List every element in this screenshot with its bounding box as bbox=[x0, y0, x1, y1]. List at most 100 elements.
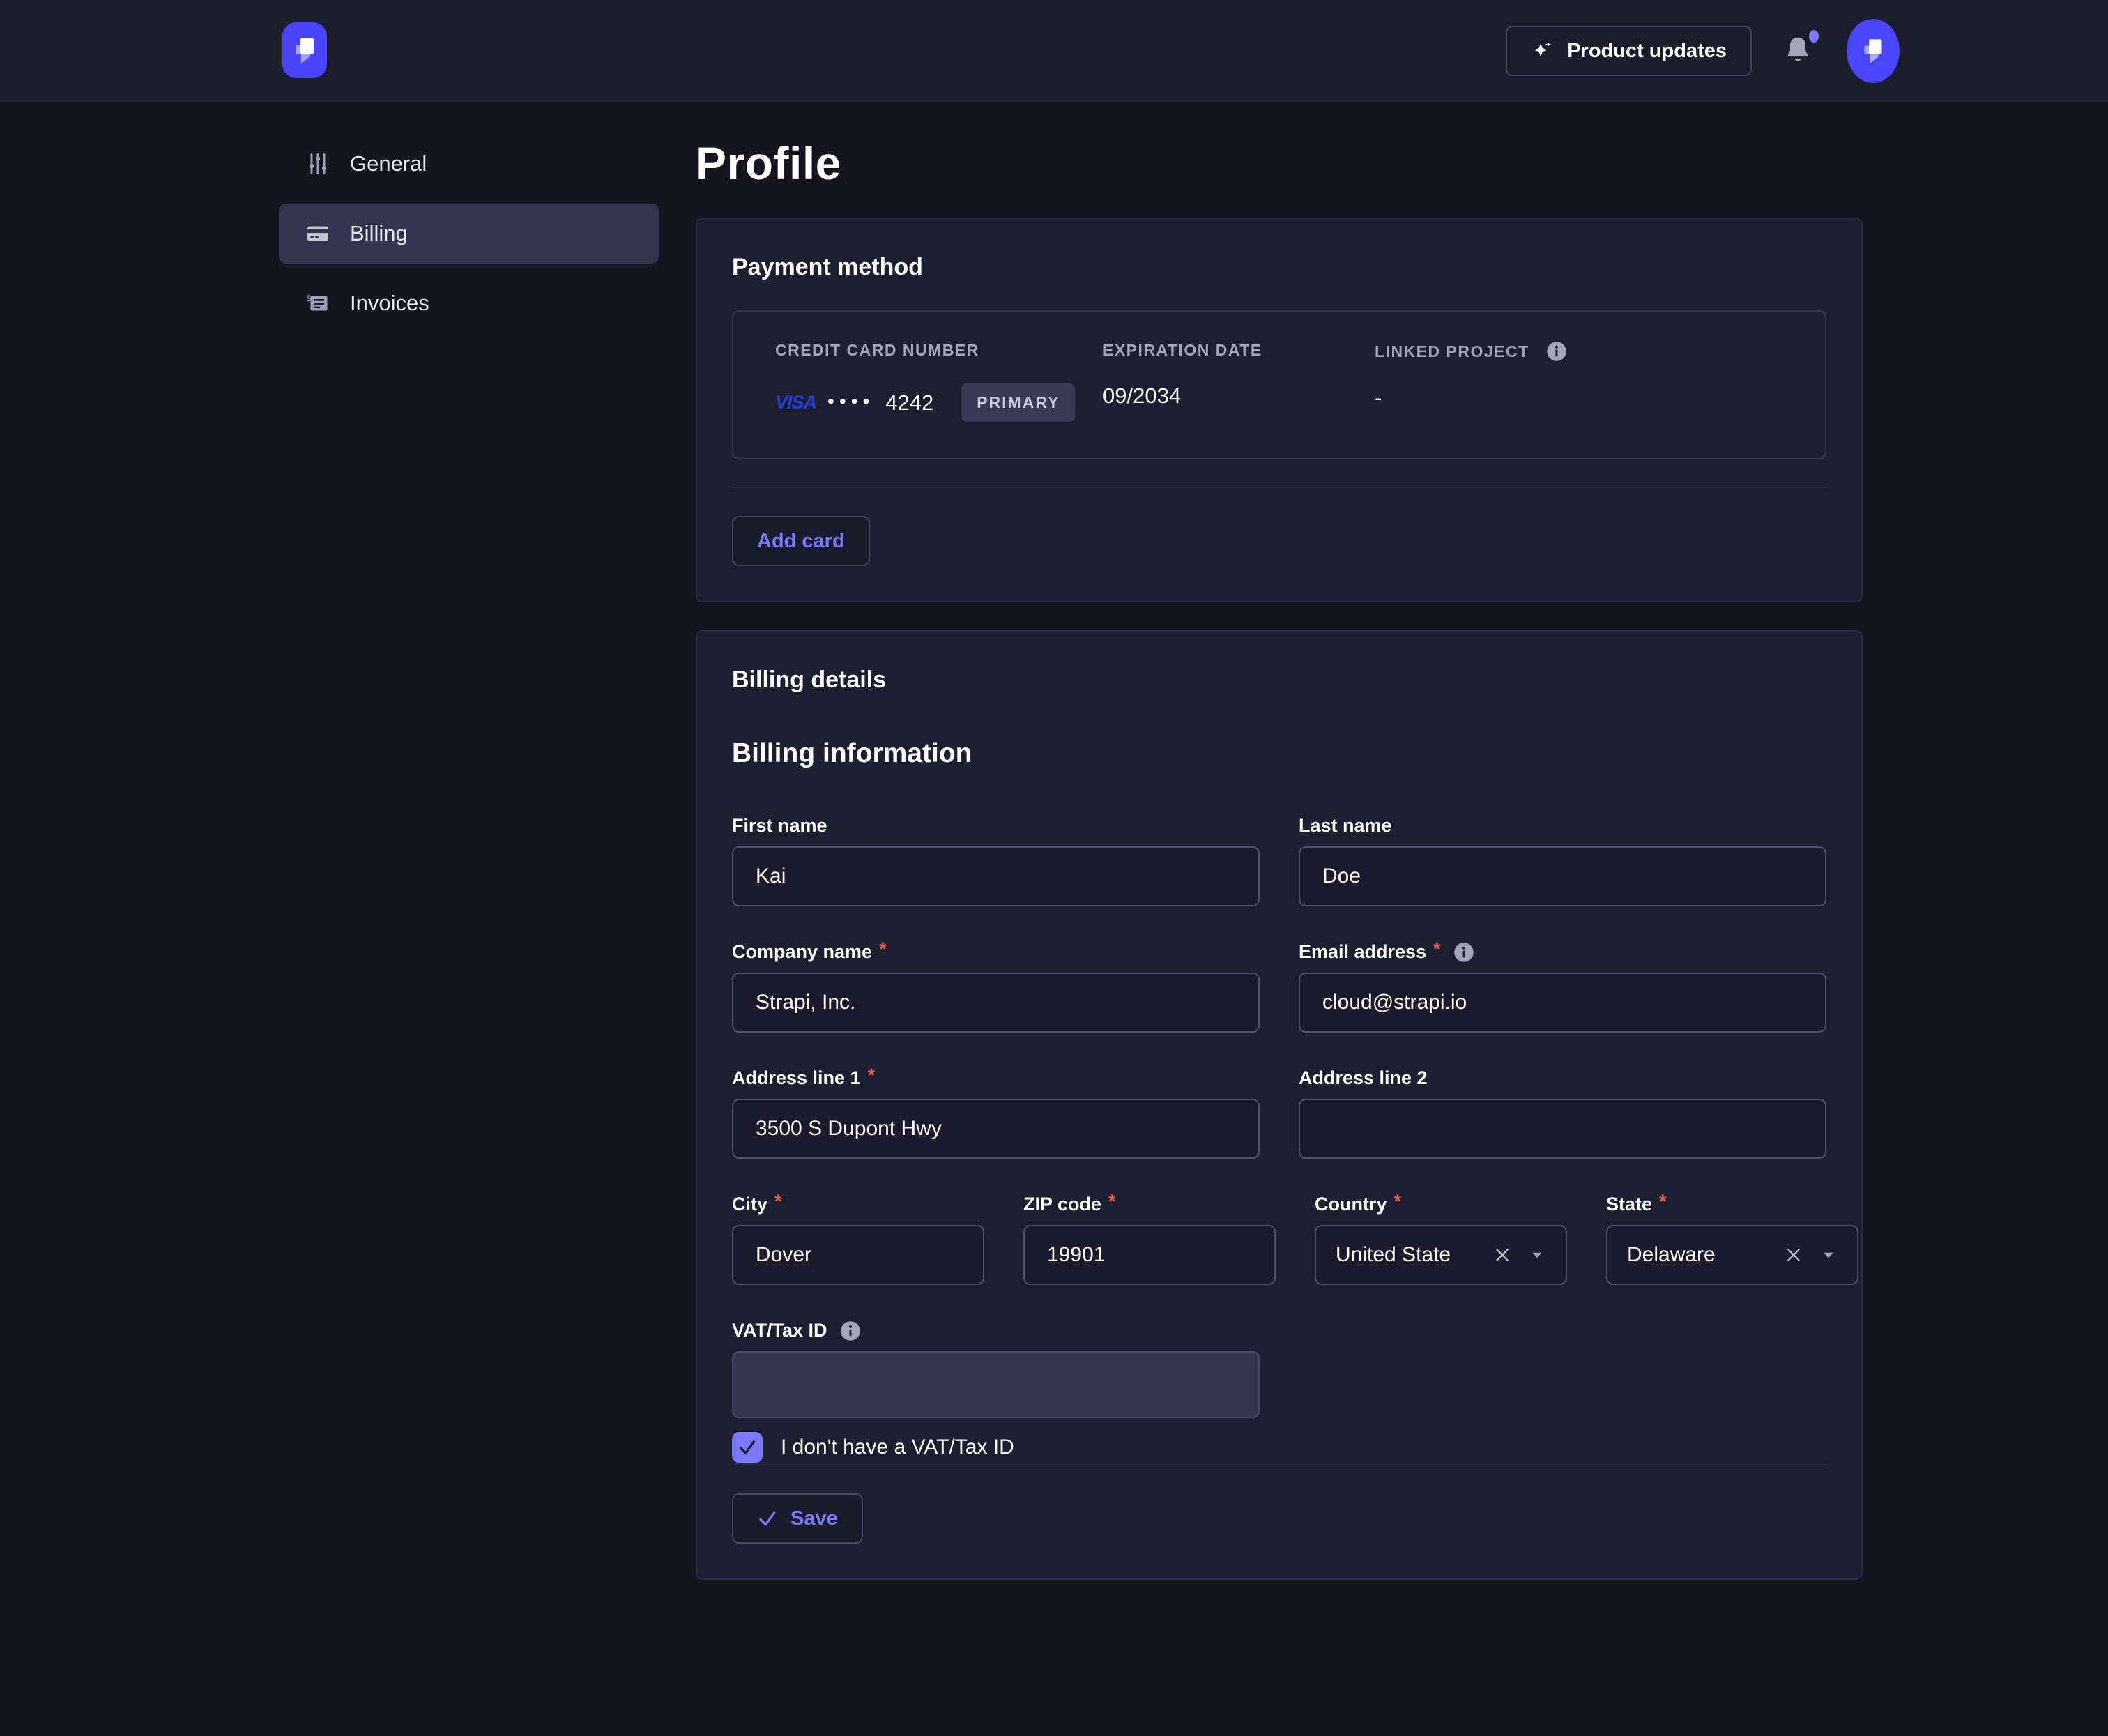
strapi-logo[interactable] bbox=[282, 22, 327, 78]
first-name-input[interactable] bbox=[732, 846, 1260, 906]
required-marker: * bbox=[1659, 1191, 1667, 1212]
check-icon bbox=[738, 1438, 757, 1457]
required-marker: * bbox=[1108, 1191, 1116, 1212]
vat-checkbox-label[interactable]: I don't have a VAT/Tax ID bbox=[781, 1436, 1014, 1459]
expiration-header: EXPIRATION DATE bbox=[1103, 341, 1375, 360]
linked-project-col: LINKED PROJECT - bbox=[1375, 341, 1783, 422]
primary-badge: PRIMARY bbox=[961, 383, 1075, 422]
zip-code-label: ZIP code * bbox=[1023, 1194, 1276, 1215]
city-field: City * bbox=[732, 1194, 984, 1285]
address-line1-field: Address line 1* bbox=[732, 1067, 1260, 1159]
zip-code-label-text: ZIP code bbox=[1023, 1194, 1101, 1215]
save-label: Save bbox=[790, 1507, 838, 1530]
visa-logo: VISA bbox=[775, 392, 816, 413]
invoice-icon: $ bbox=[305, 291, 330, 316]
strapi-logo-icon bbox=[290, 32, 319, 68]
email-label: Email address * bbox=[1299, 941, 1826, 963]
chevron-down-icon[interactable] bbox=[1528, 1246, 1546, 1264]
state-value: Delaware bbox=[1627, 1243, 1768, 1267]
city-label: City * bbox=[732, 1194, 984, 1215]
email-label-text: Email address bbox=[1299, 941, 1426, 963]
required-marker: * bbox=[774, 1191, 782, 1212]
svg-text:$: $ bbox=[307, 294, 312, 303]
first-name-label: First name bbox=[732, 815, 1260, 837]
first-name-field: First name bbox=[732, 815, 1260, 906]
zip-code-input[interactable] bbox=[1023, 1225, 1276, 1285]
product-updates-button[interactable]: Product updates bbox=[1506, 26, 1752, 76]
linked-project-value: - bbox=[1375, 386, 1783, 411]
user-avatar[interactable] bbox=[1847, 19, 1900, 83]
last-name-field: Last name bbox=[1299, 815, 1826, 906]
expiration-col: EXPIRATION DATE 09/2034 bbox=[1103, 341, 1375, 422]
save-button[interactable]: Save bbox=[732, 1493, 863, 1544]
sidebar-item-label: General bbox=[350, 151, 427, 176]
state-field: State * Delaware bbox=[1606, 1194, 1858, 1285]
info-icon[interactable] bbox=[1546, 341, 1567, 362]
company-name-label: Company name* bbox=[732, 941, 1260, 963]
chevron-down-icon[interactable] bbox=[1819, 1246, 1838, 1264]
required-marker: * bbox=[1433, 938, 1441, 960]
billing-divider bbox=[732, 1464, 1826, 1465]
save-check-icon bbox=[757, 1508, 778, 1529]
company-name-field: Company name* bbox=[732, 941, 1260, 1033]
sidebar-item-label: Invoices bbox=[350, 291, 429, 316]
required-marker: * bbox=[868, 1065, 876, 1086]
vat-field: VAT/Tax ID bbox=[732, 1320, 1260, 1463]
vat-label-text: VAT/Tax ID bbox=[732, 1320, 827, 1341]
address-line2-field: Address line 2 bbox=[1299, 1067, 1826, 1159]
credit-card-number-value: VISA •••• 4242 PRIMARY bbox=[775, 383, 1103, 422]
sliders-icon bbox=[305, 151, 330, 176]
expiration-value: 09/2034 bbox=[1103, 383, 1375, 409]
sidebar-item-billing[interactable]: Billing bbox=[279, 204, 659, 264]
clear-icon[interactable] bbox=[1492, 1244, 1513, 1265]
add-card-label: Add card bbox=[757, 530, 845, 553]
state-select[interactable]: Delaware bbox=[1606, 1225, 1858, 1285]
notifications-button[interactable] bbox=[1782, 31, 1816, 70]
top-navbar: Product updates bbox=[0, 0, 2108, 102]
info-icon[interactable] bbox=[1453, 942, 1474, 963]
billing-details-title: Billing details bbox=[732, 667, 1826, 694]
card-masked-dots: •••• bbox=[827, 390, 874, 413]
state-label-text: State bbox=[1606, 1194, 1652, 1215]
notification-dot bbox=[1809, 30, 1819, 43]
sidebar-item-label: Billing bbox=[350, 221, 408, 246]
linked-project-header-label: LINKED PROJECT bbox=[1375, 342, 1529, 361]
country-field: Country* United State bbox=[1315, 1194, 1567, 1285]
vat-checkbox-row: I don't have a VAT/Tax ID bbox=[732, 1432, 1260, 1463]
city-input[interactable] bbox=[732, 1225, 984, 1285]
info-icon[interactable] bbox=[840, 1320, 861, 1341]
address-line2-input[interactable] bbox=[1299, 1099, 1826, 1159]
email-input[interactable] bbox=[1299, 973, 1826, 1033]
sidebar-item-invoices[interactable]: $ Invoices bbox=[279, 273, 659, 333]
state-label: State * bbox=[1606, 1194, 1858, 1215]
address-line1-label: Address line 1* bbox=[732, 1067, 1260, 1089]
company-name-input[interactable] bbox=[732, 973, 1260, 1033]
address-line2-label: Address line 2 bbox=[1299, 1067, 1826, 1089]
sidebar-item-general[interactable]: General bbox=[279, 134, 659, 194]
sparkle-icon bbox=[1531, 39, 1555, 63]
address-line1-input[interactable] bbox=[732, 1099, 1260, 1159]
vat-checkbox[interactable] bbox=[732, 1432, 763, 1463]
payment-divider bbox=[732, 487, 1826, 488]
main-content: Profile Payment method CREDIT CARD NUMBE… bbox=[696, 102, 1863, 1580]
city-label-text: City bbox=[732, 1194, 767, 1215]
add-card-button[interactable]: Add card bbox=[732, 516, 870, 566]
email-field: Email address * bbox=[1299, 941, 1826, 1033]
product-updates-label: Product updates bbox=[1567, 40, 1727, 63]
vat-label: VAT/Tax ID bbox=[732, 1320, 1260, 1341]
settings-sidebar: General Billing $ Invoices bbox=[279, 134, 659, 333]
company-name-label-text: Company name bbox=[732, 941, 872, 963]
vat-input[interactable] bbox=[732, 1351, 1260, 1418]
first-name-label-text: First name bbox=[732, 815, 827, 837]
page-title: Profile bbox=[696, 137, 1863, 190]
credit-card-icon bbox=[305, 221, 330, 246]
last-name-input[interactable] bbox=[1299, 846, 1826, 906]
card-last4: 4242 bbox=[885, 390, 933, 416]
country-label-text: Country bbox=[1315, 1194, 1387, 1215]
payment-method-card: Payment method CREDIT CARD NUMBER VISA •… bbox=[696, 218, 1863, 602]
country-select[interactable]: United State bbox=[1315, 1225, 1567, 1285]
clear-icon[interactable] bbox=[1783, 1244, 1804, 1265]
country-label: Country* bbox=[1315, 1194, 1567, 1215]
linked-project-header: LINKED PROJECT bbox=[1375, 341, 1783, 362]
avatar-strapi-icon bbox=[1859, 33, 1887, 68]
